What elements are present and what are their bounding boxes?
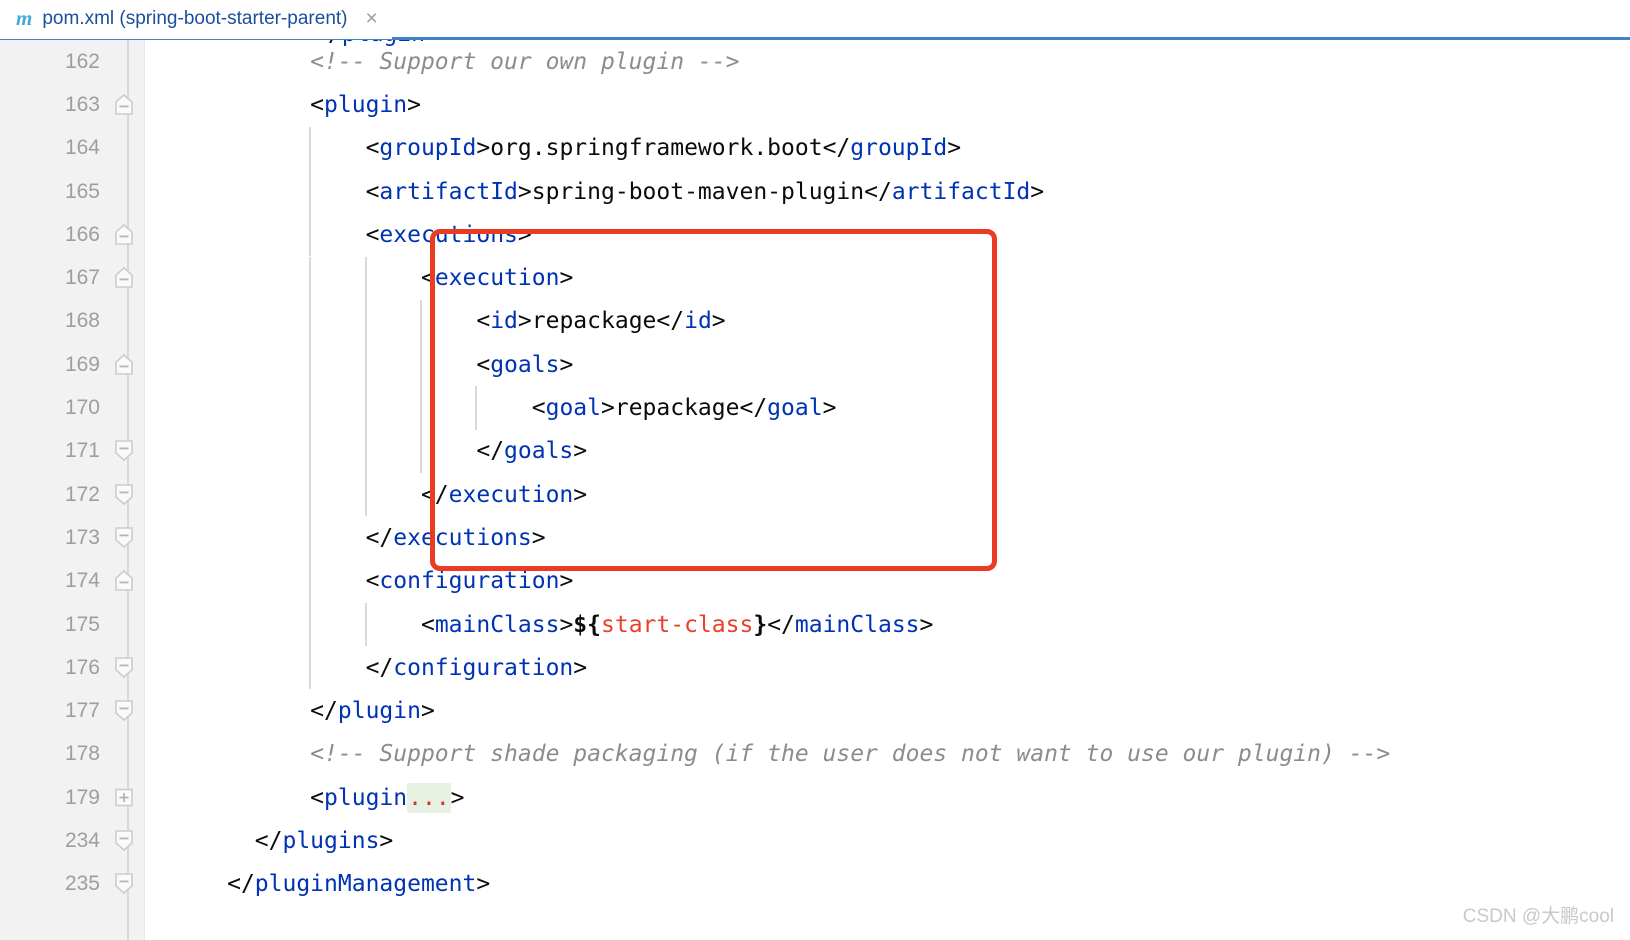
line-number: 167: [64, 266, 100, 290]
code-text: < execution >: [420, 265, 574, 292]
maven-m-icon: m: [16, 6, 33, 30]
code-line[interactable]: 170 < goal > repackage </goal >: [0, 386, 1630, 429]
editor-tab-pom-xml[interactable]: m pom.xml (spring-boot-starter-parent) ×: [0, 0, 392, 39]
code-text: < mainClass > ${start-class} </mainClass >: [420, 611, 934, 638]
code-line[interactable]: 235 </pluginManagement >: [0, 863, 1630, 906]
code-line[interactable]: 234 </plugins >: [0, 819, 1630, 862]
code-editor[interactable]: </plugin> 162 <!-- Support our own plugi…: [0, 40, 1630, 940]
code-text: < goals >: [476, 351, 574, 378]
code-text: < artifactId > spring-boot-maven-plugin </ar…: [365, 178, 1045, 205]
line-number: 164: [64, 136, 100, 160]
code-lines: 162 <!-- Support our own plugin --> 163 <…: [0, 40, 1630, 906]
fold-end-icon[interactable]: [104, 646, 144, 689]
csdn-watermark: CSDN @大鹏cool: [1462, 906, 1614, 927]
fold-end-icon[interactable]: [104, 516, 144, 559]
ide-editor-window: m pom.xml (spring-boot-starter-parent) ×…: [0, 0, 1630, 940]
code-line[interactable]: 165 < artifactId > spring-boot-maven-plugin…: [0, 170, 1630, 213]
fold-gutter-empty: [104, 40, 144, 83]
code-text: < goal > repackage </goal >: [531, 395, 837, 422]
code-line[interactable]: 171 </goals >: [0, 430, 1630, 473]
fold-gutter-empty: [104, 733, 144, 776]
line-number: 162: [64, 49, 100, 73]
fold-end-icon[interactable]: [104, 473, 144, 516]
fold-end-icon[interactable]: [104, 430, 144, 473]
code-line[interactable]: 179 < plugin... >: [0, 776, 1630, 819]
fold-start-icon[interactable]: [104, 213, 144, 256]
line-number: 175: [64, 612, 100, 636]
code-text: < plugin >: [310, 91, 421, 118]
close-icon[interactable]: ×: [366, 8, 378, 29]
fold-end-icon[interactable]: [104, 863, 144, 906]
line-number: 172: [64, 482, 100, 506]
code-text: < plugin... >: [310, 782, 465, 813]
fold-gutter-empty: [104, 127, 144, 170]
line-number: 178: [64, 742, 100, 766]
code-line[interactable]: 167 < execution >: [0, 256, 1630, 299]
code-text: <!-- Support our own plugin -->: [310, 48, 740, 75]
editor-tab-label: pom.xml (spring-boot-starter-parent): [42, 7, 348, 29]
code-line[interactable]: 172 </execution >: [0, 473, 1630, 516]
fold-gutter-empty: [104, 603, 144, 646]
code-text: < id > repackage </id >: [476, 308, 726, 335]
editor-tab-bar: m pom.xml (spring-boot-starter-parent) ×: [0, 0, 1630, 40]
code-text: </plugin >: [310, 698, 435, 725]
line-number: 171: [64, 439, 100, 463]
line-number: 177: [64, 699, 100, 723]
code-text: </executions >: [365, 524, 546, 551]
code-line[interactable]: 162 <!-- Support our own plugin -->: [0, 40, 1630, 83]
fold-gutter-empty: [104, 386, 144, 429]
line-number: 165: [64, 179, 100, 203]
line-number: 169: [64, 352, 100, 376]
code-text: < configuration >: [365, 568, 574, 595]
fold-expand-icon[interactable]: [104, 776, 144, 819]
line-number: 235: [64, 872, 100, 896]
code-line[interactable]: 174 < configuration >: [0, 560, 1630, 603]
code-line[interactable]: 175 < mainClass > ${start-class} </mainClass…: [0, 603, 1630, 646]
code-line[interactable]: 173 </executions >: [0, 516, 1630, 559]
line-number: 174: [64, 569, 100, 593]
code-line[interactable]: 176 </configuration >: [0, 646, 1630, 689]
line-number: 170: [64, 396, 100, 420]
code-text: </plugins >: [254, 827, 394, 854]
code-text: < executions >: [365, 221, 532, 248]
fold-end-icon[interactable]: [104, 819, 144, 862]
code-line[interactable]: 164 < groupId > org.springframework.boot </g…: [0, 127, 1630, 170]
fold-start-icon[interactable]: [104, 343, 144, 386]
code-line[interactable]: 163 < plugin >: [0, 83, 1630, 126]
fold-end-icon[interactable]: [104, 689, 144, 732]
code-line[interactable]: 168 < id > repackage </id >: [0, 300, 1630, 343]
code-text: <!-- Support shade packaging (if the use…: [310, 741, 1391, 768]
fold-start-icon[interactable]: [104, 256, 144, 299]
code-line[interactable]: 177 </plugin >: [0, 689, 1630, 732]
code-text: </configuration >: [365, 654, 588, 681]
code-text: </execution >: [420, 481, 588, 508]
code-text: </goals >: [476, 438, 588, 465]
folded-code-placeholder[interactable]: ...: [407, 782, 451, 813]
line-number: 168: [64, 309, 100, 333]
fold-gutter-empty: [104, 170, 144, 213]
line-number: 173: [64, 525, 100, 549]
line-number: 179: [64, 785, 100, 809]
code-text: </pluginManagement >: [227, 871, 491, 898]
line-number: 163: [64, 92, 100, 116]
fold-start-icon[interactable]: [104, 83, 144, 126]
code-text: < groupId > org.springframework.boot </group…: [365, 135, 962, 162]
line-number: 234: [64, 828, 100, 852]
line-number: 166: [64, 222, 100, 246]
fold-gutter-empty: [104, 300, 144, 343]
fold-start-icon[interactable]: [104, 560, 144, 603]
code-line[interactable]: 169 < goals >: [0, 343, 1630, 386]
code-line[interactable]: 178 <!-- Support shade packaging (if the…: [0, 733, 1630, 776]
line-number: 176: [64, 655, 100, 679]
code-line[interactable]: 166 < executions >: [0, 213, 1630, 256]
